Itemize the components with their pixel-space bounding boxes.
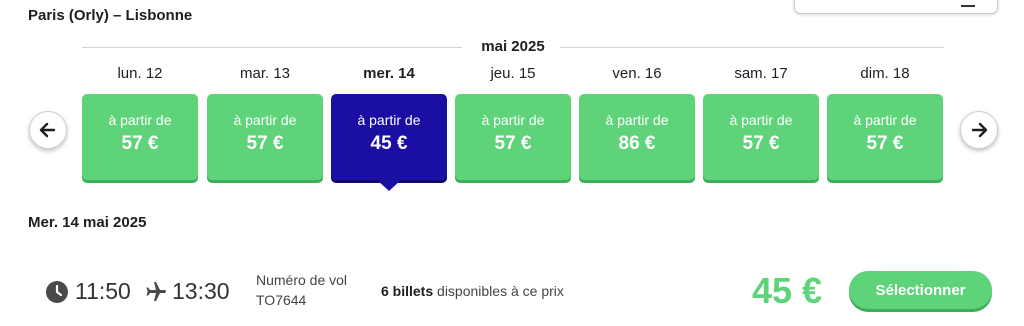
date-card-fri-16[interactable]: à partir de 86 € (579, 94, 695, 180)
day-label-selected: mer. 14 (363, 65, 415, 82)
date-price-cards: à partir de 57 € à partir de 57 € à part… (0, 94, 1024, 194)
date-card-wed-14-selected[interactable]: à partir de 45 € (331, 94, 447, 191)
day-label: sam. 17 (734, 65, 788, 82)
top-dropdown[interactable] (794, 0, 998, 14)
card-price: 45 € (370, 133, 408, 154)
day-label: mar. 13 (239, 65, 291, 82)
day-labels: lun. 12 mar. 13 mer. 14 jeu. 15 ven. 16 … (0, 65, 1024, 85)
card-price: 57 € (866, 133, 904, 154)
tickets-count: 6 billets (381, 283, 434, 299)
date-card-mon-12[interactable]: à partir de 57 € (82, 94, 198, 180)
card-price: 57 € (121, 133, 159, 154)
from-label: à partir de (108, 112, 172, 128)
departure-time: 11:50 (75, 278, 131, 304)
divider (560, 47, 944, 48)
day-label: dim. 18 (860, 65, 910, 82)
from-label: à partir de (853, 112, 917, 128)
from-label: à partir de (729, 112, 793, 128)
date-card-sat-17[interactable]: à partir de 57 € (703, 94, 819, 180)
from-label: à partir de (605, 112, 669, 128)
from-label: à partir de (233, 112, 297, 128)
date-card-tue-13[interactable]: à partir de 57 € (207, 94, 323, 180)
day-label: lun. 12 (117, 65, 163, 82)
flight-row: 11:50 13:30 Numéro de vol TO7644 6 bille… (0, 262, 1024, 322)
arrival-time: 13:30 (172, 278, 230, 304)
date-card-thu-15[interactable]: à partir de 57 € (455, 94, 571, 180)
card-price: 57 € (494, 133, 532, 154)
route-title: Paris (Orly) – Lisbonne (28, 7, 193, 24)
from-label: à partir de (357, 112, 421, 128)
tickets-text: disponibles à ce prix (433, 283, 564, 299)
clock-icon (46, 281, 68, 303)
arrow-right-icon (971, 122, 988, 138)
month-header: mai 2025 (82, 38, 944, 56)
card-price: 86 € (618, 133, 656, 154)
flight-price: 45 € (752, 270, 823, 311)
flight-number-label: Numéro de vol (256, 272, 348, 288)
select-button[interactable]: Sélectionner (849, 271, 992, 309)
card-price: 57 € (742, 133, 780, 154)
day-label: ven. 16 (612, 65, 662, 82)
card-price: 57 € (246, 133, 284, 154)
dropdown-bar-icon (961, 5, 975, 7)
availability-text: 6 billets disponibles à ce prix (381, 283, 564, 299)
from-label: à partir de (481, 112, 545, 128)
plane-icon (146, 282, 166, 301)
flight-number: TO7644 (256, 292, 307, 308)
selected-date-heading: Mer. 14 mai 2025 (28, 214, 147, 231)
next-week-button[interactable] (960, 111, 998, 149)
day-label: jeu. 15 (490, 65, 536, 82)
date-card-sun-18[interactable]: à partir de 57 € (827, 94, 943, 180)
